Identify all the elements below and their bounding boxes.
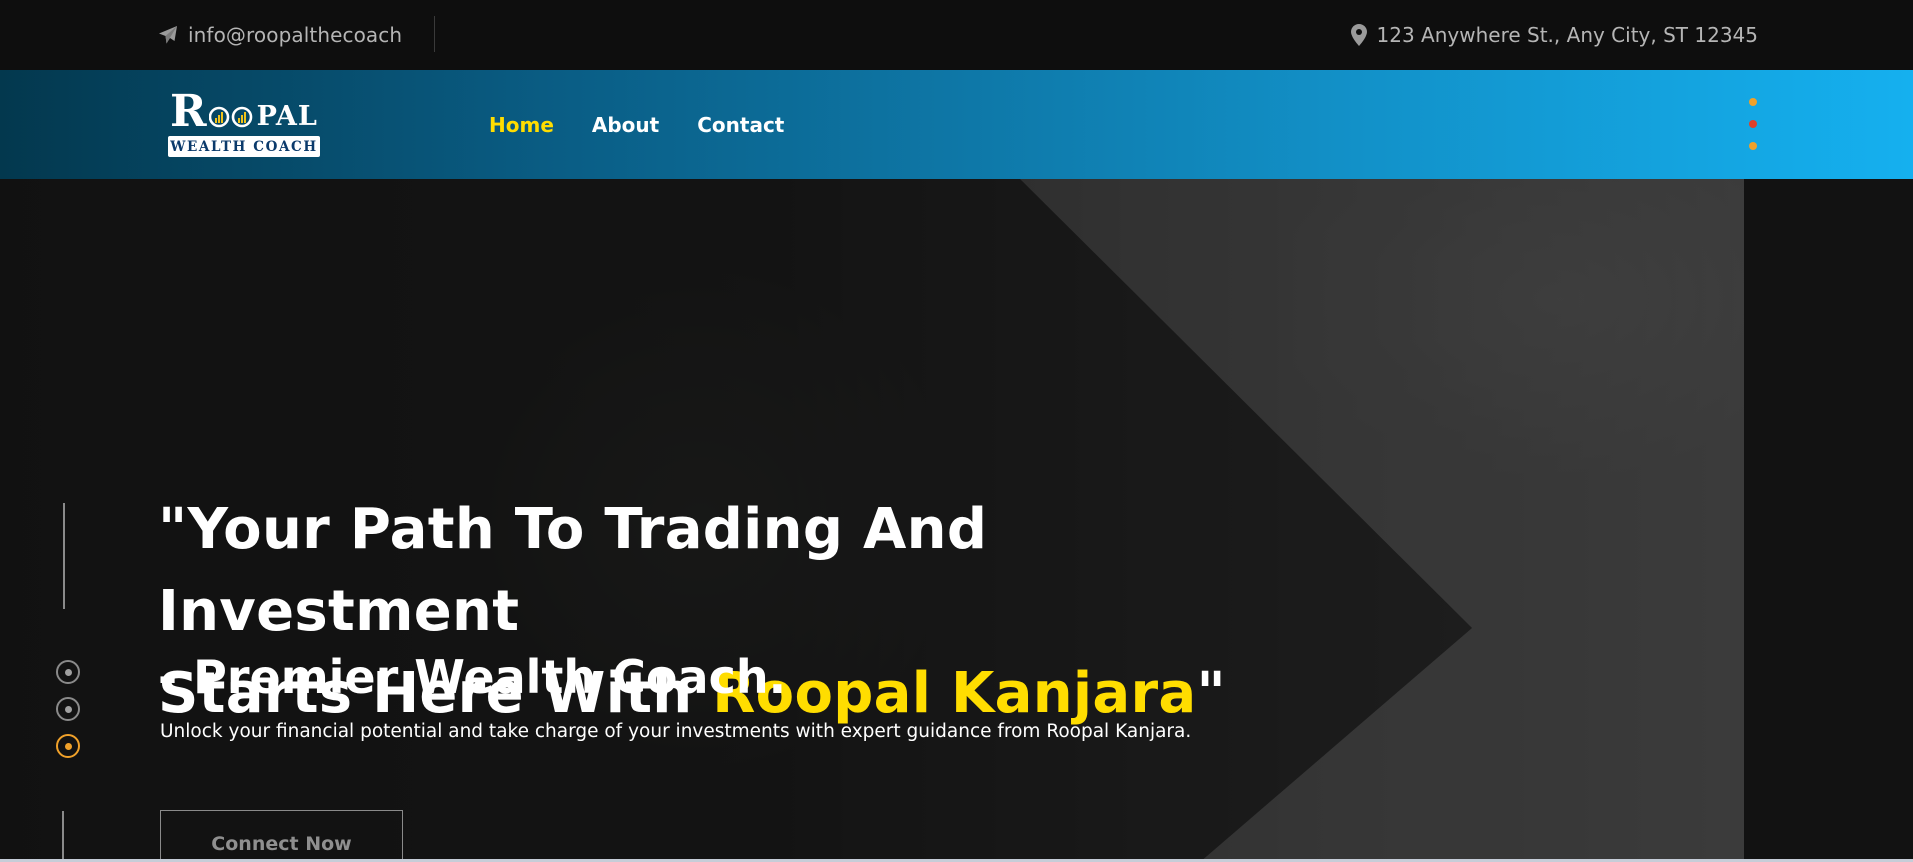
hero-right-strip: [1744, 179, 1913, 862]
map-pin-icon: [1350, 24, 1367, 46]
hero-section: "Your Path To Trading And Investment Sta…: [0, 179, 1913, 862]
contact-email-text: info@roopalthecoach: [188, 23, 403, 47]
logo-chart-icon: [208, 106, 253, 128]
top-info-bar: info@roopalthecoach 123 Anywhere St., An…: [0, 0, 1913, 70]
hero-headline-line1: "Your Path To Trading And Investment: [158, 497, 988, 644]
main-navbar: R PAL WEALTH COACH Home About Contact: [0, 70, 1913, 179]
menu-dot: [1749, 142, 1757, 150]
hero-subheadline: - Premier Wealth Coach.: [158, 650, 787, 704]
slider-line: [62, 811, 64, 862]
topbar-divider: [434, 16, 435, 52]
paper-plane-icon: [158, 25, 178, 45]
logo-tagline: WEALTH COACH: [168, 136, 320, 157]
connect-now-button[interactable]: Connect Now: [160, 810, 403, 862]
slider-dot-inner: [64, 668, 72, 676]
site-logo[interactable]: R PAL WEALTH COACH: [168, 86, 320, 158]
nav-item-home[interactable]: Home: [489, 113, 554, 137]
contact-address-text: 123 Anywhere St., Any City, ST 12345: [1376, 23, 1758, 47]
menu-dot: [1749, 120, 1757, 128]
contact-email[interactable]: info@roopalthecoach: [158, 22, 402, 48]
slider-dot-2[interactable]: [56, 697, 80, 721]
menu-dot: [1749, 98, 1757, 106]
nav-item-contact[interactable]: Contact: [697, 113, 784, 137]
hero-description: Unlock your financial potential and take…: [160, 721, 1192, 742]
nav-item-about[interactable]: About: [592, 113, 659, 137]
logo-brand-text: PAL: [256, 101, 318, 132]
hero-headline-end: ": [1196, 661, 1227, 726]
slider-dot-1[interactable]: [56, 660, 80, 684]
logo-brand-initial: R: [170, 86, 207, 137]
contact-address: 123 Anywhere St., Any City, ST 12345: [1350, 22, 1758, 48]
logo-brand: R PAL: [170, 86, 318, 137]
slider-line: [63, 503, 65, 609]
primary-nav: Home About Contact: [489, 110, 784, 140]
slider-dot-inner: [64, 705, 72, 713]
slider-dot-3-active[interactable]: [56, 734, 80, 758]
vertical-dots-menu-icon[interactable]: [1748, 98, 1758, 150]
slider-dot-inner: [64, 742, 72, 750]
